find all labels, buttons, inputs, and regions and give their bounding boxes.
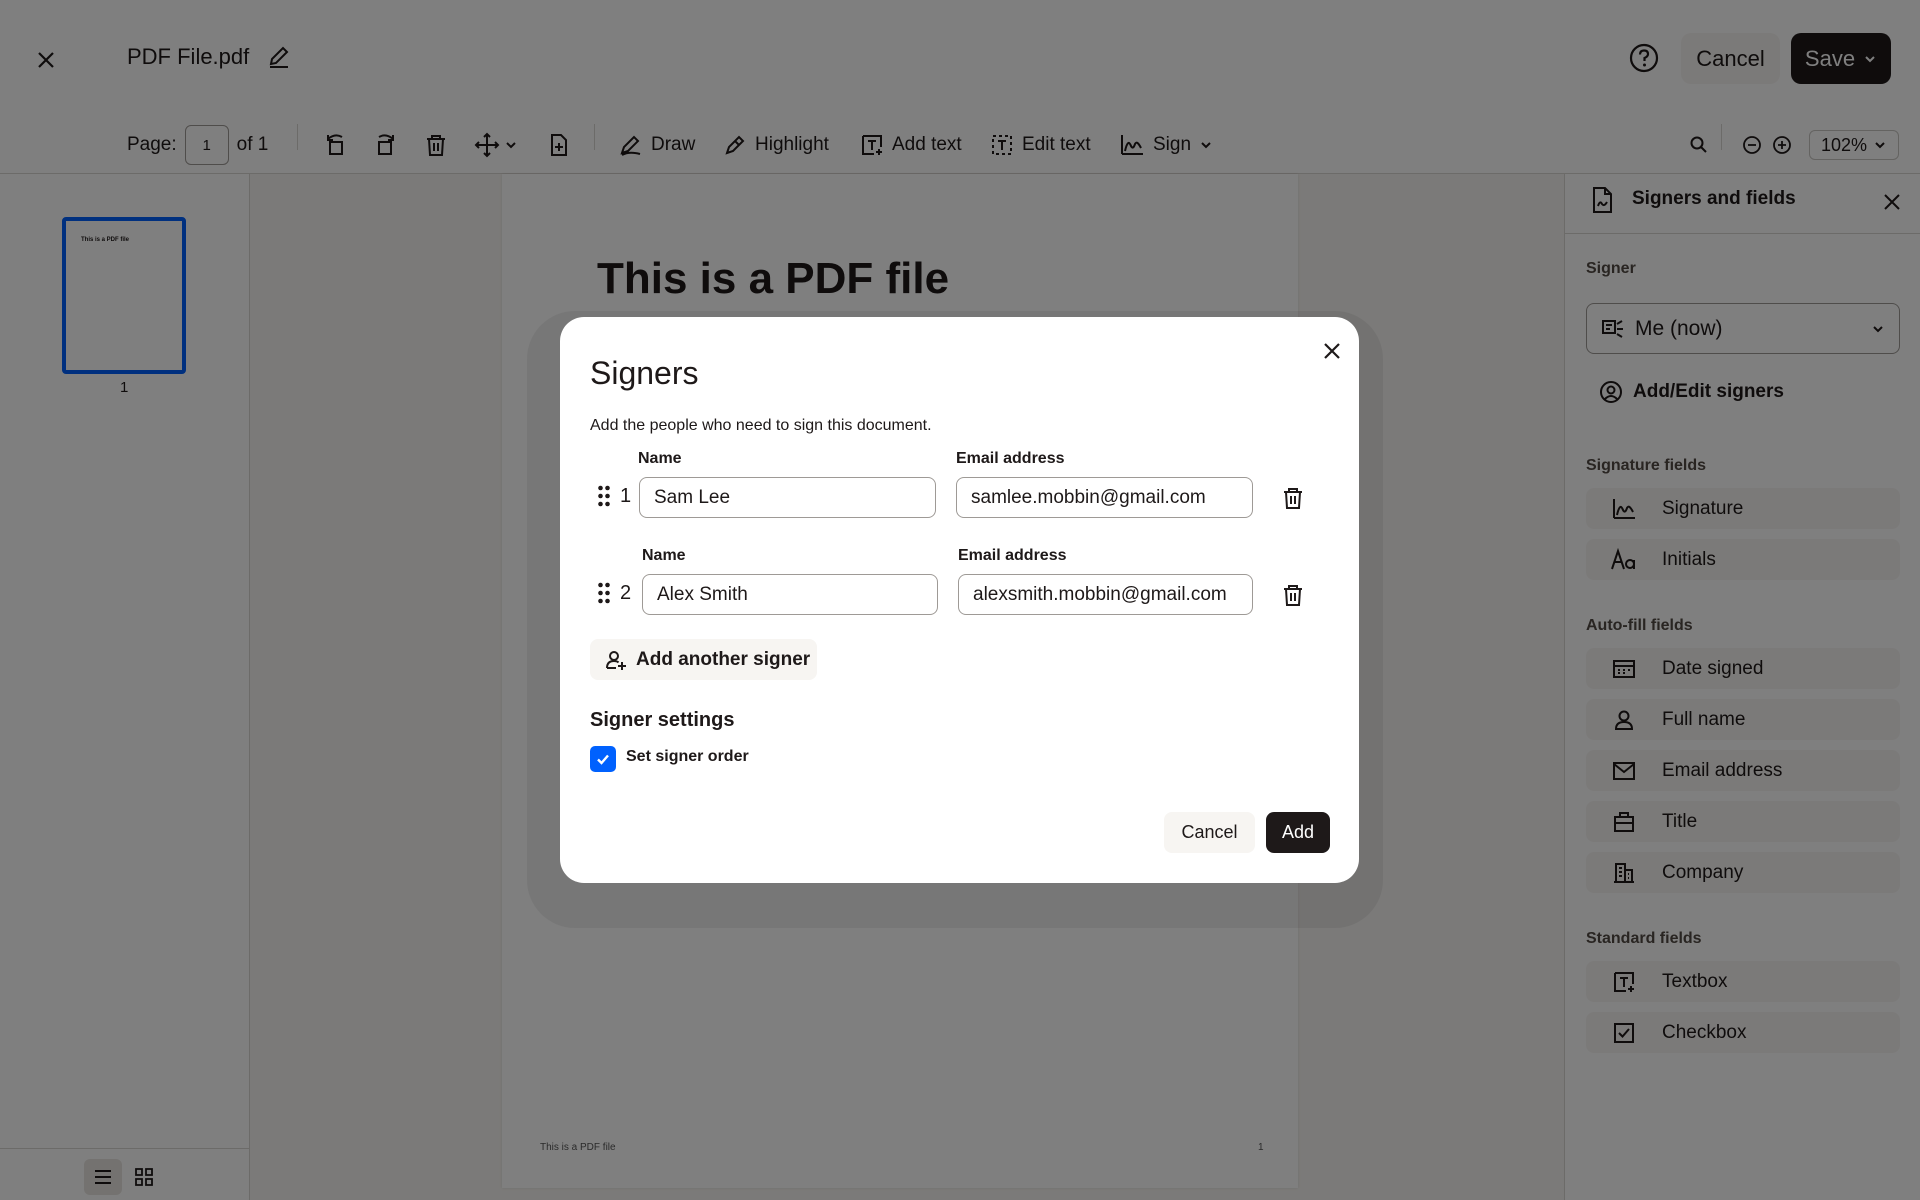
drag-handle-icon — [598, 582, 610, 604]
dialog-cancel-button[interactable]: Cancel — [1164, 812, 1255, 853]
set-signer-order-checkbox[interactable] — [590, 746, 616, 772]
email-label: Email address — [958, 547, 1067, 564]
trash-icon — [1284, 488, 1302, 509]
set-signer-order-label: Set signer order — [626, 748, 749, 765]
drag-handle[interactable] — [597, 582, 611, 604]
dialog-add-button[interactable]: Add — [1266, 812, 1330, 853]
signer-email-input[interactable]: samlee.mobbin@gmail.com — [956, 477, 1253, 518]
name-label: Name — [638, 450, 682, 467]
signer-number: 1 — [620, 485, 632, 507]
signer-number: 2 — [620, 582, 632, 604]
signer-settings-title: Signer settings — [590, 709, 735, 731]
dialog-title: Signers — [590, 355, 699, 391]
trash-icon — [1284, 585, 1302, 606]
signer-name-input[interactable]: Alex Smith — [642, 574, 938, 615]
signer-email-input[interactable]: alexsmith.mobbin@gmail.com — [958, 574, 1253, 615]
signers-dialog: Signers Add the people who need to sign … — [560, 317, 1359, 883]
signer-name-input[interactable]: Sam Lee — [639, 477, 936, 518]
close-icon — [1324, 343, 1340, 359]
remove-signer-button[interactable] — [1280, 582, 1306, 608]
name-label: Name — [642, 547, 686, 564]
add-another-signer-label: Add another signer — [636, 648, 811, 670]
drag-handle-icon — [598, 485, 610, 507]
check-icon — [597, 754, 609, 765]
dialog-description: Add the people who need to sign this doc… — [590, 417, 932, 434]
add-another-signer-button[interactable]: Add another signer — [590, 639, 817, 680]
email-label: Email address — [956, 450, 1065, 467]
close-dialog-button[interactable] — [1316, 335, 1348, 367]
add-person-icon — [606, 650, 626, 670]
drag-handle[interactable] — [597, 485, 611, 507]
dialog-add-label: Add — [1281, 822, 1315, 842]
remove-signer-button[interactable] — [1280, 485, 1306, 511]
dialog-cancel-label: Cancel — [1181, 822, 1238, 842]
